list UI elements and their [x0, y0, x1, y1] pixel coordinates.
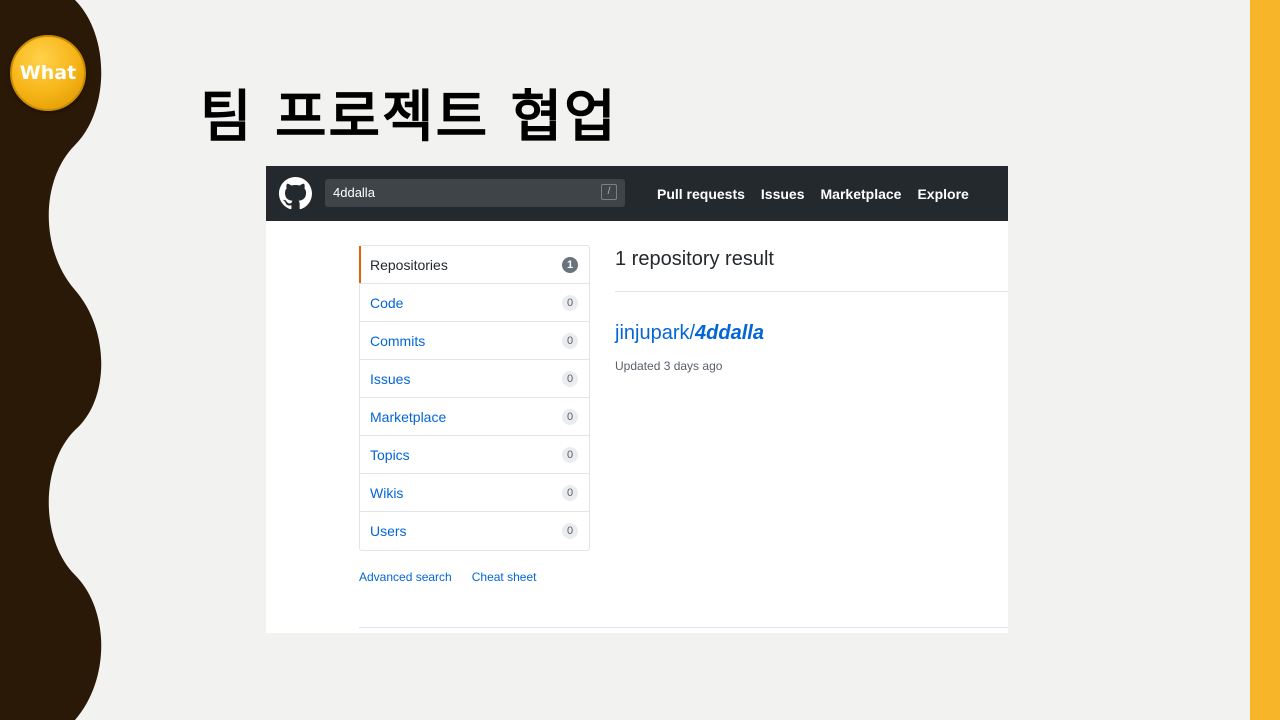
- menu-item-label: Users: [370, 523, 407, 539]
- menu-item-topics[interactable]: Topics 0: [360, 436, 589, 474]
- menu-item-repositories[interactable]: Repositories 1: [359, 246, 589, 284]
- count-badge: 0: [562, 485, 578, 501]
- github-header: 4ddalla / Pull requests Issues Marketpla…: [266, 166, 1008, 221]
- repo-result-link[interactable]: jinjupark/4ddalla: [615, 322, 764, 345]
- menu-item-code[interactable]: Code 0: [360, 284, 589, 322]
- what-badge: What: [10, 35, 86, 111]
- results-heading: 1 repository result: [615, 248, 774, 270]
- menu-item-users[interactable]: Users 0: [360, 512, 589, 550]
- menu-item-marketplace[interactable]: Marketplace 0: [360, 398, 589, 436]
- cheat-sheet-link[interactable]: Cheat sheet: [472, 570, 537, 584]
- slide-right-accent-band: [1250, 0, 1280, 720]
- count-badge: 0: [562, 333, 578, 349]
- menu-item-label: Commits: [370, 332, 426, 349]
- count-badge: 1: [562, 257, 578, 273]
- nav-explore[interactable]: Explore: [917, 186, 968, 202]
- count-badge: 0: [562, 523, 578, 539]
- repo-owner: jinjupark/: [615, 322, 696, 344]
- menu-item-issues[interactable]: Issues 0: [360, 360, 589, 398]
- menu-item-label: Marketplace: [370, 408, 447, 425]
- count-badge: 0: [562, 447, 578, 463]
- menu-item-label: Wikis: [370, 484, 404, 501]
- search-input-value: 4ddalla: [333, 185, 375, 200]
- advanced-search-link[interactable]: Advanced search: [359, 570, 452, 584]
- github-octocat-icon[interactable]: [279, 177, 312, 210]
- menu-item-wikis[interactable]: Wikis 0: [360, 474, 589, 512]
- repo-updated-text: Updated 3 days ago: [615, 359, 723, 373]
- search-shortcut-key: /: [601, 184, 617, 200]
- count-badge: 0: [562, 371, 578, 387]
- nav-marketplace[interactable]: Marketplace: [821, 186, 902, 202]
- repo-name: 4ddalla: [695, 322, 764, 344]
- nav-issues[interactable]: Issues: [761, 186, 805, 202]
- menu-item-label: Topics: [370, 446, 410, 463]
- github-top-nav: Pull requests Issues Marketplace Explore: [657, 166, 985, 221]
- search-type-menu: Repositories 1 Code 0 Commits 0 Issues 0…: [359, 245, 590, 551]
- menu-item-label: Repositories: [370, 256, 448, 273]
- page-bottom-divider: [359, 627, 1008, 628]
- menu-item-label: Code: [370, 294, 404, 311]
- search-footer-links: Advanced search Cheat sheet: [359, 570, 556, 584]
- nav-pull-requests[interactable]: Pull requests: [657, 186, 745, 202]
- github-search-screenshot: 4ddalla / Pull requests Issues Marketpla…: [266, 166, 1008, 633]
- menu-item-label: Issues: [370, 370, 411, 387]
- results-divider: [615, 291, 1008, 292]
- slide-title: 팀 프로젝트 협업: [200, 85, 618, 150]
- count-badge: 0: [562, 409, 578, 425]
- count-badge: 0: [562, 295, 578, 311]
- search-input[interactable]: 4ddalla /: [325, 179, 625, 207]
- menu-item-commits[interactable]: Commits 0: [360, 322, 589, 360]
